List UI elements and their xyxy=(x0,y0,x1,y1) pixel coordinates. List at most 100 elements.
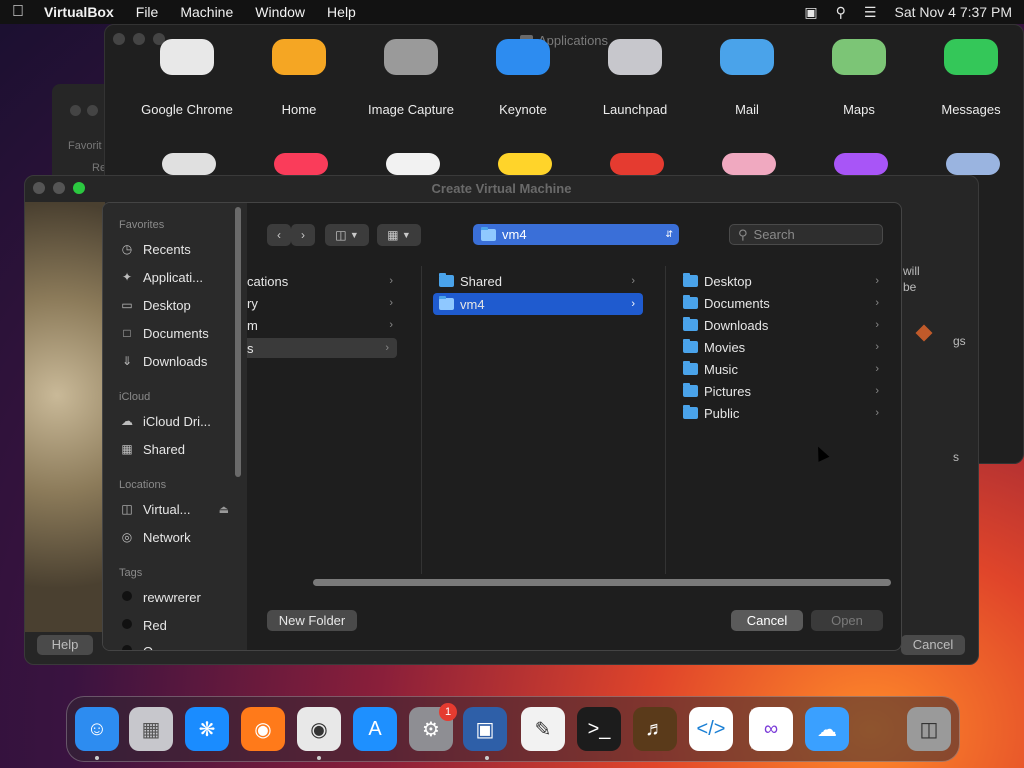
menu-file[interactable]: File xyxy=(136,4,159,20)
app-icon[interactable] xyxy=(832,39,886,75)
firefox-icon[interactable]: ◉ xyxy=(241,707,285,751)
app-icon[interactable] xyxy=(722,153,776,175)
screen-mirroring-icon[interactable]: ▣ xyxy=(804,4,817,21)
app-icon[interactable] xyxy=(272,39,326,75)
group-button[interactable]: ▦ ▼ xyxy=(377,224,421,246)
app-icon[interactable] xyxy=(720,39,774,75)
app-icon[interactable] xyxy=(834,153,888,175)
app-icon[interactable] xyxy=(386,153,440,175)
garageband-icon[interactable]: ♬ xyxy=(633,707,677,751)
column-row[interactable]: cations › xyxy=(247,270,401,292)
app-store-icon[interactable]: A xyxy=(353,707,397,751)
column-row[interactable]: Movies › xyxy=(683,336,887,358)
sidebar-item-icloud-drive[interactable]: ☁ iCloud Dri... xyxy=(119,410,239,432)
textedit-icon[interactable]: ✎ xyxy=(521,707,565,751)
app-label[interactable]: Messages xyxy=(915,102,1024,117)
app-icon[interactable] xyxy=(162,153,216,175)
app-label[interactable]: Launchpad xyxy=(579,102,691,117)
apple-icon[interactable]:  xyxy=(12,3,24,21)
cvm-side-text-1: will xyxy=(903,264,920,278)
column-row-selected[interactable]: vm4 › xyxy=(433,293,643,315)
vscode-icon[interactable]: </> xyxy=(689,707,733,751)
column-row[interactable]: Music › xyxy=(683,358,887,380)
sidebar-tag-rewwrerer[interactable]: rewwrerer xyxy=(119,586,239,608)
back-button[interactable]: ‹ xyxy=(267,224,291,246)
sidebar-item-documents[interactable]: □ Documents xyxy=(119,322,239,344)
app-label[interactable]: Maps xyxy=(803,102,915,117)
forward-button[interactable]: › xyxy=(291,224,315,246)
chevron-right-icon: › xyxy=(385,342,389,354)
sidebar-scrollbar[interactable] xyxy=(235,207,241,477)
sidebar-tag-red[interactable]: Red xyxy=(119,614,239,636)
menu-help[interactable]: Help xyxy=(327,4,356,20)
system-settings-icon[interactable]: ⚙ 1 xyxy=(409,703,457,751)
sidebar-item-label: Virtual... xyxy=(143,501,191,517)
column-row[interactable]: m › xyxy=(247,314,401,336)
column-row[interactable]: Public › xyxy=(683,402,887,424)
open-button[interactable]: Open xyxy=(811,610,883,631)
virtualbox-icon[interactable]: ▣ xyxy=(463,707,507,751)
path-selector[interactable]: vm4 ⇵ xyxy=(473,224,679,245)
row-label: Downloads xyxy=(704,317,769,333)
sidebar-item-desktop[interactable]: ▭ Desktop xyxy=(119,294,239,316)
menu-machine[interactable]: Machine xyxy=(180,4,233,20)
trash-icon[interactable]: ◫ xyxy=(907,707,951,751)
app-icon[interactable] xyxy=(274,153,328,175)
menu-clock[interactable]: Sat Nov 4 7:37 PM xyxy=(894,4,1012,20)
sidebar-item-network[interactable]: ◎ Network xyxy=(119,526,239,548)
visual-studio-icon[interactable]: ∞ xyxy=(749,707,793,751)
help-button[interactable]: Help xyxy=(37,635,93,655)
app-icon[interactable] xyxy=(944,39,998,75)
row-label: vm4 xyxy=(460,296,485,312)
app-icon[interactable] xyxy=(610,153,664,175)
view-mode-button[interactable]: ◫ ▼ xyxy=(325,224,369,246)
app-icon[interactable] xyxy=(160,39,214,75)
column-row-selected[interactable]: s › xyxy=(247,338,397,358)
sidebar-tag-partial[interactable]: O xyxy=(119,640,239,650)
finder-icon[interactable]: ☺ xyxy=(75,707,119,751)
app-icon[interactable] xyxy=(496,39,550,75)
spotlight-search-icon[interactable]: ⚲ xyxy=(836,4,846,21)
app-icon[interactable] xyxy=(384,39,438,75)
safari-icon[interactable]: ❋ xyxy=(185,707,229,751)
app-label[interactable]: Home xyxy=(243,102,355,117)
sidebar-item-applications[interactable]: ✦ Applicati... xyxy=(119,266,239,288)
control-center-icon[interactable]: ☰ xyxy=(864,4,877,21)
column-row[interactable]: Documents › xyxy=(683,292,887,314)
weather-icon[interactable]: ☁ xyxy=(805,707,849,751)
eject-icon[interactable]: ⏏ xyxy=(219,503,239,516)
app-label[interactable]: Image Capture xyxy=(355,102,467,117)
launchpad-icon[interactable]: ▦ xyxy=(129,707,173,751)
app-label[interactable]: Keynote xyxy=(467,102,579,117)
column-row[interactable]: Pictures › xyxy=(683,380,887,402)
app-icon[interactable] xyxy=(498,153,552,175)
column-row[interactable]: Shared › xyxy=(433,270,643,292)
chrome-icon[interactable]: ◉ xyxy=(297,707,341,751)
app-icon[interactable] xyxy=(946,153,1000,175)
column-row[interactable]: Desktop › xyxy=(683,270,887,292)
search-placeholder: Search xyxy=(753,227,795,242)
sidebar-item-downloads[interactable]: ⇓ Downloads xyxy=(119,350,239,372)
sidebar-item-shared[interactable]: ▦ Shared xyxy=(119,438,239,460)
menu-app-name[interactable]: VirtualBox xyxy=(44,4,114,20)
menu-window[interactable]: Window xyxy=(255,4,305,20)
sidebar-item-recents[interactable]: ◷ Recents xyxy=(119,238,239,260)
column-divider[interactable] xyxy=(421,266,422,574)
locations-heading: Locations xyxy=(119,479,167,491)
sidebar-item-virtual-disk[interactable]: ◫ Virtual... ⏏ xyxy=(119,498,239,520)
new-folder-button[interactable]: New Folder xyxy=(267,610,357,631)
column-divider[interactable] xyxy=(665,266,666,574)
column-row[interactable]: ry › xyxy=(247,292,401,314)
dock: ☺ ▦ ❋ ◉ ◉ A ⚙ 1 ▣ ✎ >_ ♬ </> ∞ ☁ ◫ xyxy=(66,696,960,762)
terminal-icon[interactable]: >_ xyxy=(577,707,621,751)
cvm-cancel-button[interactable]: Cancel xyxy=(901,635,965,655)
horizontal-scrollbar[interactable] xyxy=(313,579,891,586)
search-field[interactable]: ⚲ Search xyxy=(729,224,883,245)
app-icon[interactable] xyxy=(608,39,662,75)
dialog-cancel-button[interactable]: Cancel xyxy=(731,610,803,631)
row-label: ry xyxy=(247,295,258,311)
app-label[interactable]: Mail xyxy=(691,102,803,117)
create-vm-title: Create Virtual Machine xyxy=(431,181,572,196)
column-row[interactable]: Downloads › xyxy=(683,314,887,336)
app-label[interactable]: Google Chrome xyxy=(131,102,243,117)
